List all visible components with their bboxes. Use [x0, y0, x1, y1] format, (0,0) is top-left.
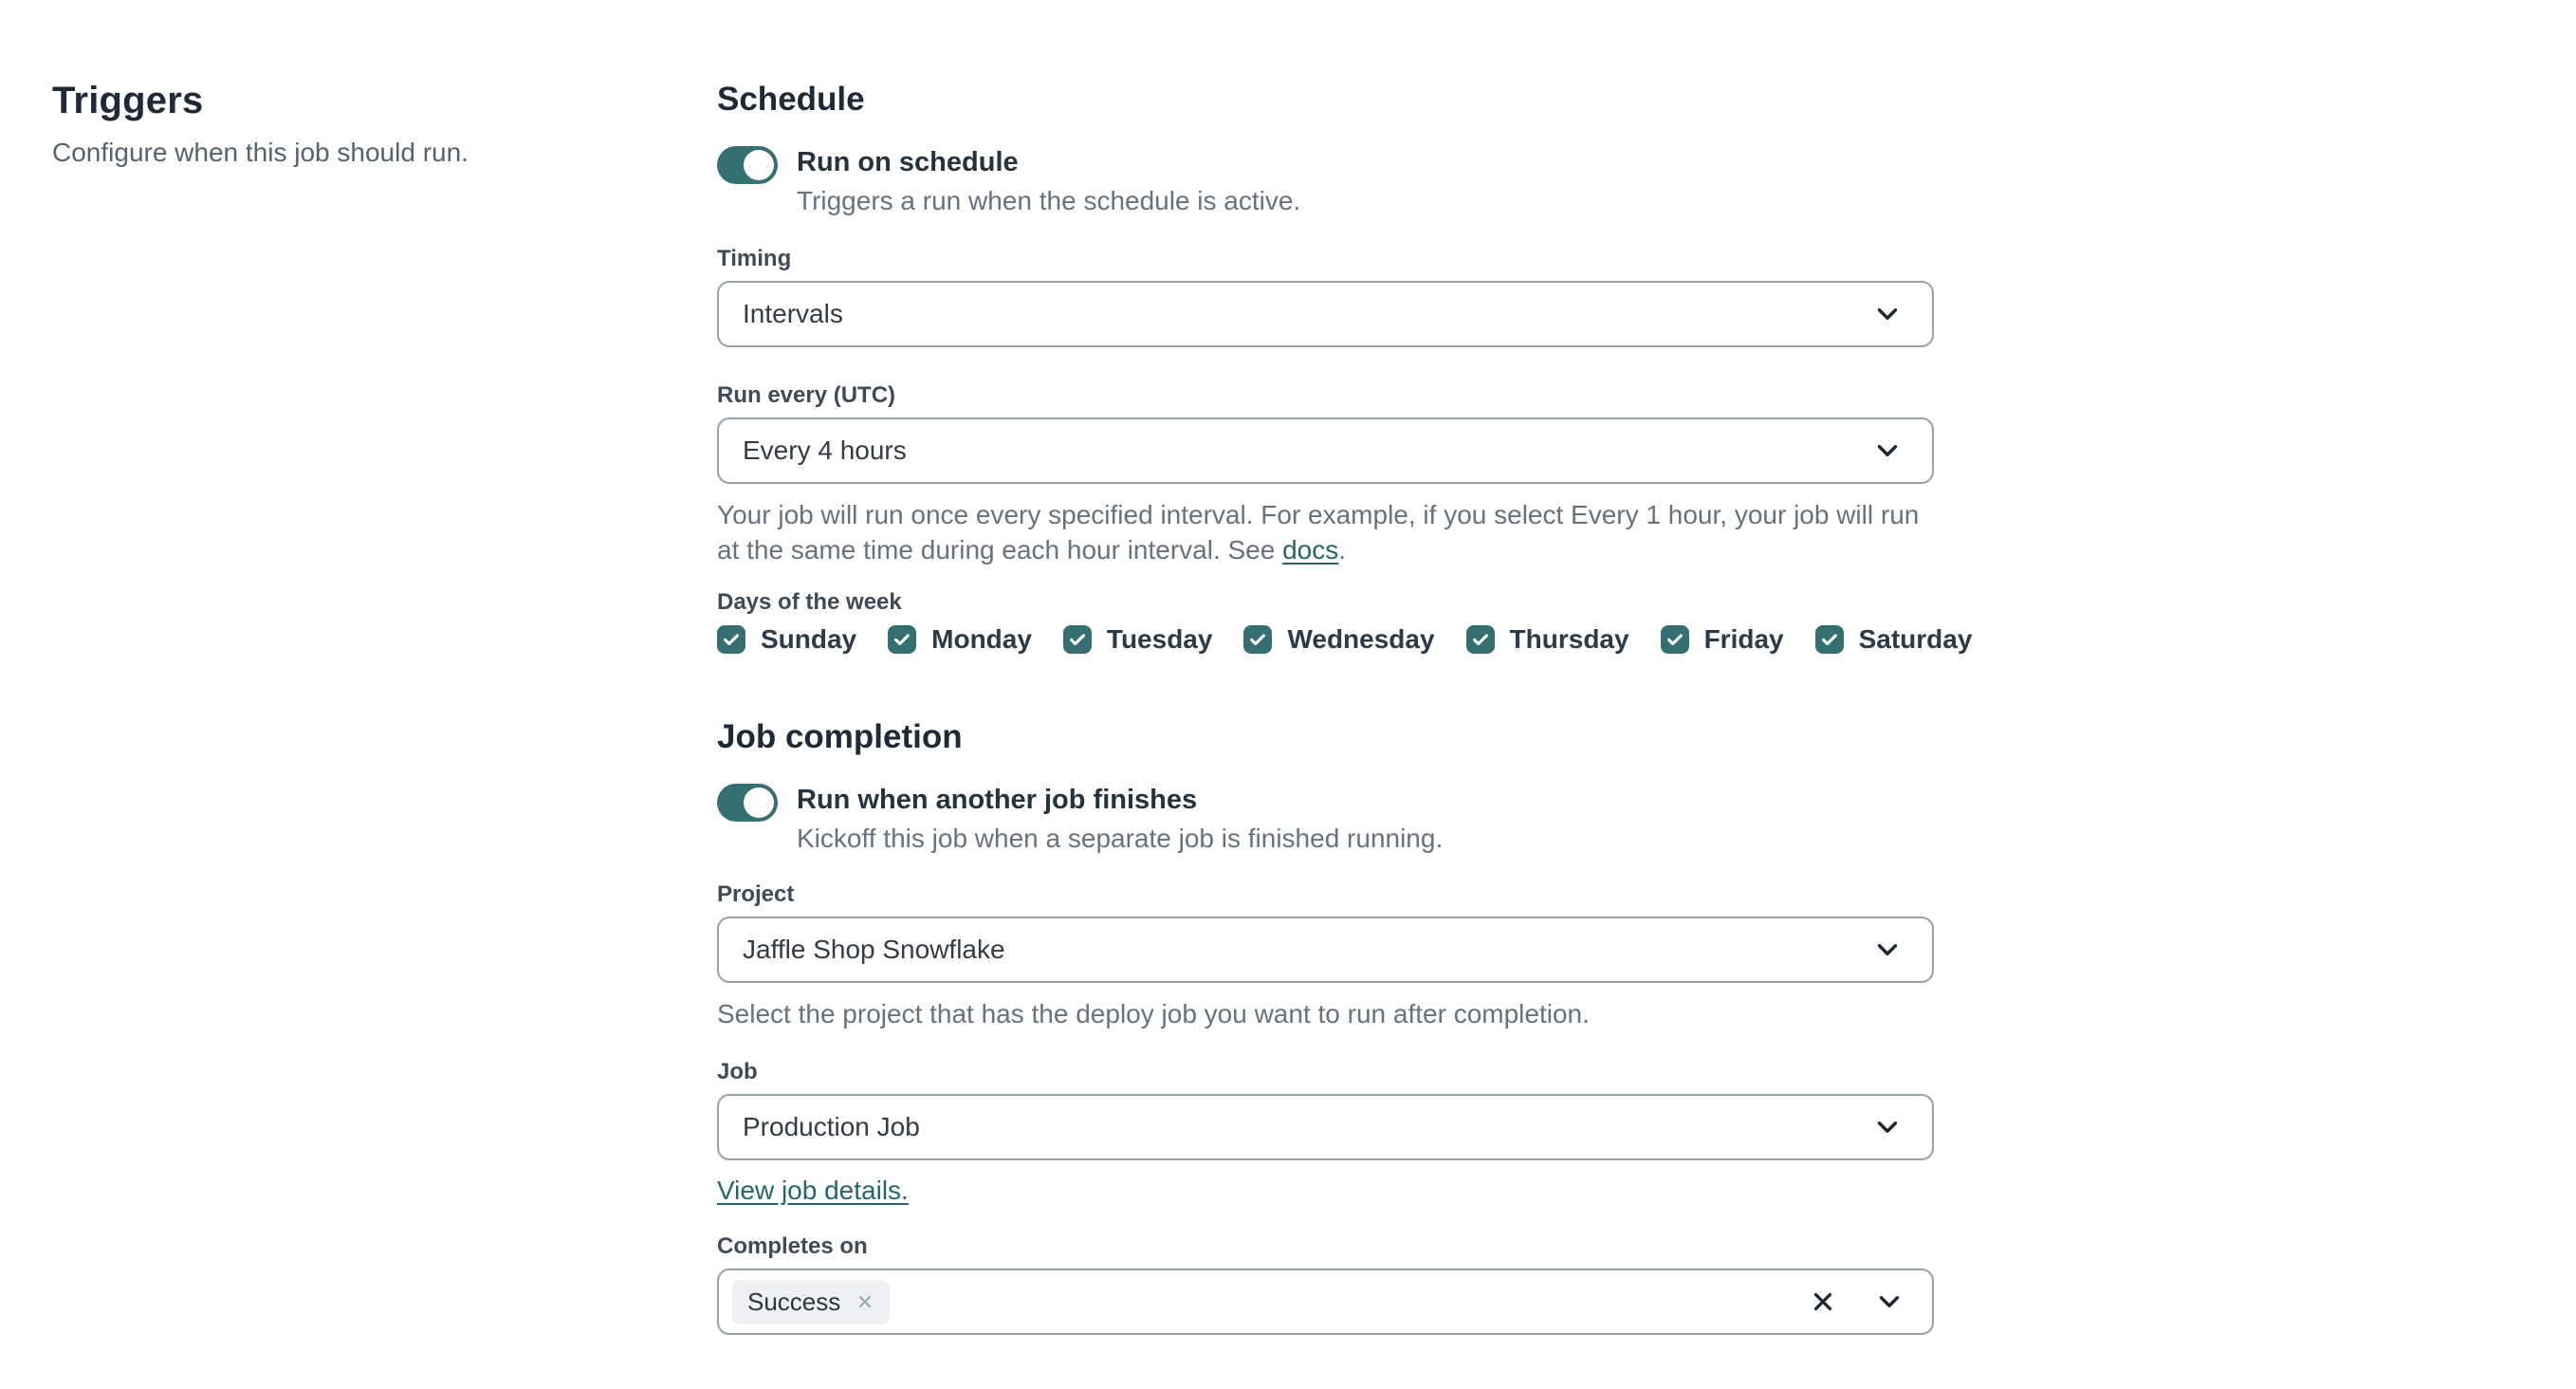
chevron-down-icon — [1877, 944, 1898, 955]
remove-tag-icon[interactable] — [856, 1292, 874, 1311]
checkbox-checked-icon — [1660, 625, 1689, 654]
checkbox-checked-icon — [717, 625, 745, 654]
view-job-details-line: View job details. — [717, 1176, 1934, 1206]
checkbox-checked-icon — [888, 625, 917, 654]
project-select-value: Jaffle Shop Snowflake — [743, 935, 1005, 964]
completes-on-multiselect[interactable]: Success — [717, 1269, 1934, 1335]
run-when-job-finishes-label: Run when another job finishes — [797, 785, 1198, 815]
run-every-label: Run every (UTC) — [717, 382, 896, 408]
day-checkbox-friday[interactable]: Friday — [1660, 624, 1784, 655]
days-of-week-row: Sunday Monday Tuesday Wednesday Thursday… — [717, 624, 1972, 655]
run-when-job-finishes-toggle[interactable] — [717, 784, 778, 822]
checkbox-checked-icon — [1465, 625, 1495, 654]
clear-all-icon[interactable] — [1809, 1287, 1837, 1316]
day-checkbox-sunday[interactable]: Sunday — [717, 624, 856, 655]
day-checkbox-monday[interactable]: Monday — [888, 624, 1032, 655]
section-description-column: Triggers Configure when this job should … — [0, 0, 717, 1389]
checkbox-checked-icon — [1062, 625, 1092, 654]
job-completion-heading: Job completion — [717, 718, 963, 755]
timing-select-value: Intervals — [743, 299, 843, 328]
days-of-week-label: Days of the week — [717, 589, 902, 615]
run-when-job-finishes-row: Run when another job finishes Kickoff th… — [717, 784, 1934, 854]
day-label: Saturday — [1858, 624, 1973, 654]
schedule-heading: Schedule — [717, 81, 865, 118]
triggers-form: Schedule Run on schedule Triggers a run … — [717, 0, 1972, 1389]
day-label: Monday — [931, 624, 1032, 654]
docs-link[interactable]: docs — [1282, 535, 1338, 565]
toggle-knob — [744, 787, 774, 818]
run-on-schedule-label: Run on schedule — [797, 147, 1019, 177]
run-on-schedule-description: Triggers a run when the schedule is acti… — [797, 186, 1301, 215]
day-label: Tuesday — [1106, 624, 1213, 654]
triggers-settings-page: Triggers Configure when this job should … — [0, 0, 2576, 1389]
checkbox-checked-icon — [1243, 625, 1273, 654]
job-select[interactable]: Production Job — [717, 1094, 1934, 1160]
run-every-select-value: Every 4 hours — [743, 435, 907, 465]
page-subtitle: Configure when this job should run. — [52, 138, 469, 167]
project-help-text: Select the project that has the deploy j… — [717, 999, 1590, 1028]
chevron-down-icon — [1877, 1121, 1898, 1133]
timing-select[interactable]: Intervals — [717, 281, 1934, 347]
run-every-help-text: Your job will run once every specified i… — [717, 497, 1936, 567]
run-when-job-finishes-description: Kickoff this job when a separate job is … — [797, 824, 1444, 853]
run-every-select[interactable]: Every 4 hours — [717, 417, 1934, 484]
day-checkbox-wednesday[interactable]: Wednesday — [1243, 624, 1435, 655]
job-select-value: Production Job — [743, 1112, 920, 1141]
chevron-down-icon — [1877, 308, 1898, 320]
day-label: Friday — [1703, 624, 1784, 654]
day-checkbox-thursday[interactable]: Thursday — [1465, 624, 1629, 655]
help-text-part: . — [1338, 535, 1347, 565]
page-title: Triggers — [52, 80, 204, 121]
chevron-down-icon[interactable] — [1873, 1286, 1905, 1318]
run-on-schedule-row: Run on schedule Triggers a run when the … — [717, 146, 1934, 216]
multiselect-icons — [1809, 1286, 1905, 1318]
day-label: Sunday — [761, 624, 857, 654]
day-label: Wednesday — [1287, 624, 1435, 654]
day-checkbox-tuesday[interactable]: Tuesday — [1062, 624, 1213, 655]
checkbox-checked-icon — [1814, 625, 1844, 654]
tag-label: Success — [747, 1287, 841, 1316]
day-checkbox-saturday[interactable]: Saturday — [1814, 624, 1973, 655]
project-label: Project — [717, 881, 795, 907]
timing-label: Timing — [717, 246, 792, 271]
completes-on-label: Completes on — [717, 1233, 868, 1259]
run-on-schedule-toggle[interactable] — [717, 146, 778, 184]
chevron-down-icon — [1877, 445, 1898, 456]
toggle-text-block: Run on schedule Triggers a run when the … — [797, 146, 1300, 216]
completes-on-tag-success: Success — [732, 1279, 891, 1324]
toggle-knob — [744, 150, 774, 180]
job-label: Job — [717, 1059, 758, 1084]
project-select[interactable]: Jaffle Shop Snowflake — [717, 917, 1934, 983]
view-job-details-link[interactable]: View job details. — [717, 1176, 909, 1205]
toggle-text-block: Run when another job finishes Kickoff th… — [797, 784, 1443, 854]
day-label: Thursday — [1509, 624, 1629, 654]
